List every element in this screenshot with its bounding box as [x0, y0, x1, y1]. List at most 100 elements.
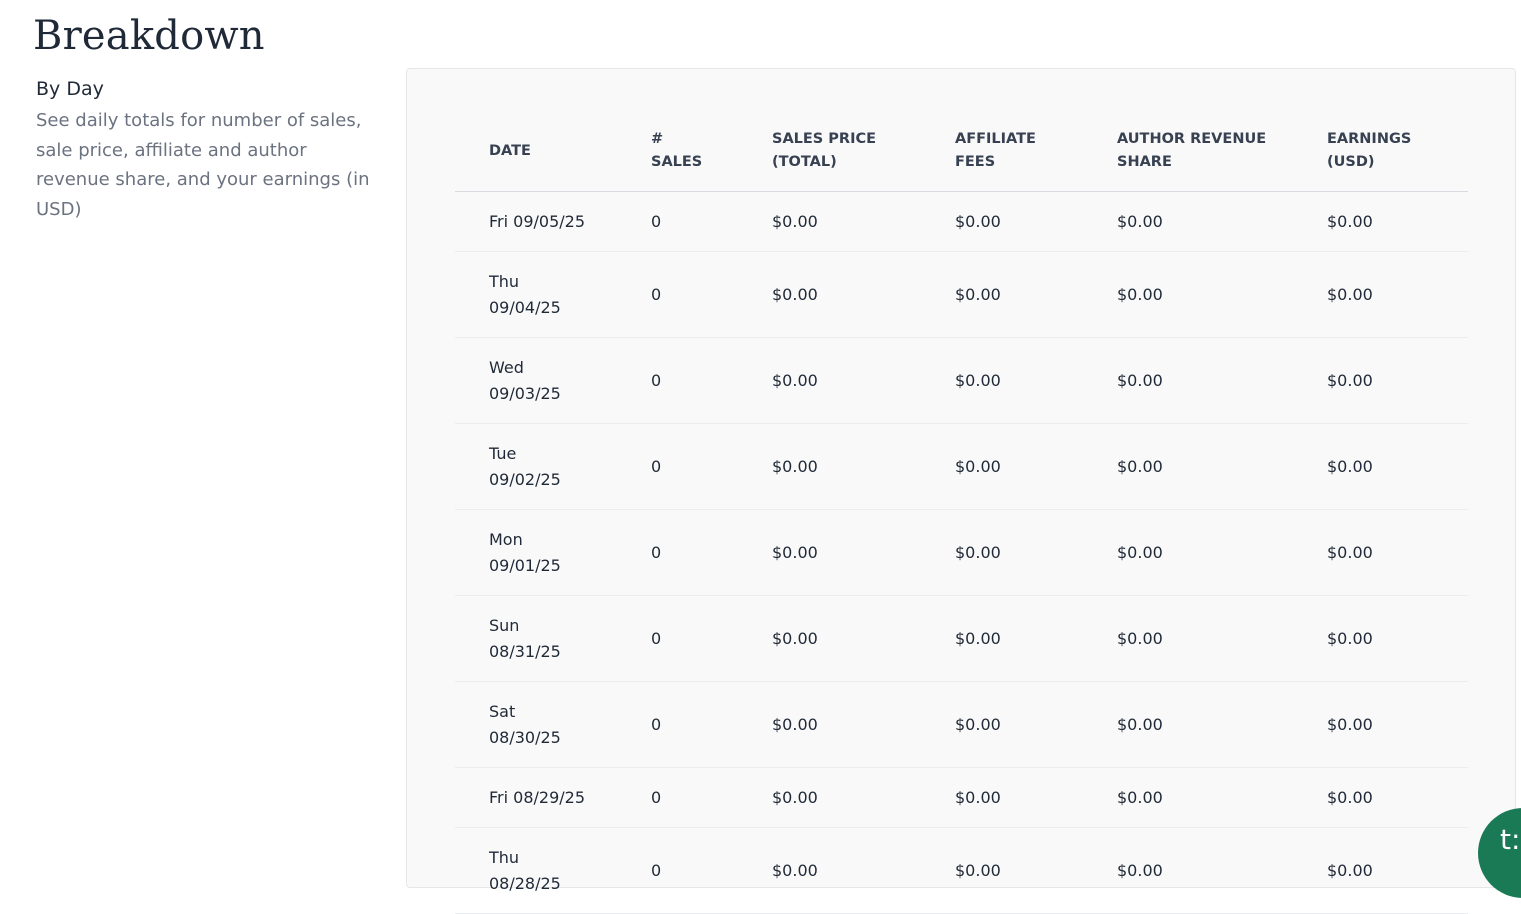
chat-launcher-icon: t:	[1500, 823, 1521, 856]
date-value: 08/30/25	[489, 727, 561, 747]
daily-breakdown-table: DATE # SALES SALES PRICE (TOTAL) AFFILIATE…	[455, 122, 1468, 914]
sales-count-cell: 0	[651, 827, 772, 914]
author-revenue-share-cell: $0.00	[1117, 595, 1327, 682]
sales-price-cell: $0.00	[772, 681, 955, 768]
date-cell: Thu 08/28/25	[455, 827, 651, 914]
sales-count-cell: 0	[651, 337, 772, 424]
sales-price-cell: $0.00	[772, 251, 955, 338]
date-cell: Tue 09/02/25	[455, 423, 651, 510]
affiliate-fees-cell: $0.00	[955, 767, 1117, 828]
sales-count-cell: 0	[651, 509, 772, 596]
sales-price-cell: $0.00	[772, 827, 955, 914]
column-header-sales: # SALES	[651, 122, 772, 192]
section-title: By Day	[36, 78, 104, 100]
column-header-earnings-line2: (USD)	[1327, 154, 1375, 170]
sales-count-cell: 0	[651, 767, 772, 828]
date-weekday: Fri	[489, 211, 509, 231]
section-intro: By Day See daily totals for number of sa…	[36, 76, 386, 224]
author-revenue-share-cell: $0.00	[1117, 509, 1327, 596]
date-weekday: Mon	[489, 529, 523, 549]
date-value: 09/01/25	[489, 555, 561, 575]
table-row: Thu 09/04/25 0 $0.00 $0.00 $0.00 $0.00	[455, 251, 1468, 338]
date-cell: Mon 09/01/25	[455, 509, 651, 596]
earnings-cell: $0.00	[1327, 337, 1468, 424]
sales-price-cell: $0.00	[772, 423, 955, 510]
sales-count-cell: 0	[651, 423, 772, 510]
affiliate-fees-cell: $0.00	[955, 509, 1117, 596]
affiliate-fees-cell: $0.00	[955, 337, 1117, 424]
column-header-affiliate-fees: AFFILIATE FEES	[955, 122, 1117, 192]
date-cell: Fri 08/29/25	[455, 767, 651, 828]
date-value: 09/03/25	[489, 383, 561, 403]
date-cell: Wed 09/03/25	[455, 337, 651, 424]
date-weekday: Fri	[489, 787, 509, 807]
author-revenue-share-cell: $0.00	[1117, 423, 1327, 510]
table-row: Fri 08/29/25 0 $0.00 $0.00 $0.00 $0.00	[455, 767, 1468, 828]
column-header-sales-price-line2: (TOTAL)	[772, 154, 837, 170]
column-header-author-line1: AUTHOR REVENUE	[1117, 131, 1267, 147]
earnings-cell: $0.00	[1327, 767, 1468, 828]
date-value: 08/29/25	[513, 787, 586, 807]
date-cell: Fri 09/05/25	[455, 191, 651, 252]
date-weekday: Thu	[489, 271, 520, 291]
author-revenue-share-cell: $0.00	[1117, 827, 1327, 914]
column-header-date: DATE	[455, 122, 651, 192]
column-header-sales-price-line1: SALES PRICE	[772, 131, 877, 147]
table-row: Fri 09/05/25 0 $0.00 $0.00 $0.00 $0.00	[455, 191, 1468, 252]
column-header-earnings-line1: EARNINGS	[1327, 131, 1412, 147]
section-description: See daily totals for number of sales, sa…	[36, 110, 370, 220]
sales-count-cell: 0	[651, 681, 772, 768]
column-header-author-line2: SHARE	[1117, 154, 1172, 170]
table-row: Tue 09/02/25 0 $0.00 $0.00 $0.00 $0.00	[455, 423, 1468, 510]
affiliate-fees-cell: $0.00	[955, 827, 1117, 914]
table-header-row: DATE # SALES SALES PRICE (TOTAL) AFFILIATE…	[455, 122, 1468, 192]
author-revenue-share-cell: $0.00	[1117, 191, 1327, 252]
date-value: 09/02/25	[489, 469, 561, 489]
date-weekday: Tue	[489, 443, 517, 463]
table-row: Sat 08/30/25 0 $0.00 $0.00 $0.00 $0.00	[455, 681, 1468, 768]
earnings-cell: $0.00	[1327, 595, 1468, 682]
affiliate-fees-cell: $0.00	[955, 251, 1117, 338]
sales-count-cell: 0	[651, 595, 772, 682]
earnings-cell: $0.00	[1327, 191, 1468, 252]
column-header-sales-line2: SALES	[651, 154, 703, 170]
earnings-cell: $0.00	[1327, 423, 1468, 510]
breakdown-panel: DATE # SALES SALES PRICE (TOTAL) AFFILIATE…	[406, 68, 1516, 914]
table-row: Sun 08/31/25 0 $0.00 $0.00 $0.00 $0.00	[455, 595, 1468, 682]
sales-price-cell: $0.00	[772, 337, 955, 424]
author-revenue-share-cell: $0.00	[1117, 251, 1327, 338]
earnings-cell: $0.00	[1327, 827, 1468, 914]
sales-count-cell: 0	[651, 251, 772, 338]
table-row: Wed 09/03/25 0 $0.00 $0.00 $0.00 $0.00	[455, 337, 1468, 424]
column-header-author-revenue-share: AUTHOR REVENUE SHARE	[1117, 122, 1327, 192]
affiliate-fees-cell: $0.00	[955, 681, 1117, 768]
date-weekday: Sun	[489, 615, 520, 635]
date-weekday: Sat	[489, 701, 516, 721]
author-revenue-share-cell: $0.00	[1117, 337, 1327, 424]
affiliate-fees-cell: $0.00	[955, 423, 1117, 510]
date-cell: Sat 08/30/25	[455, 681, 651, 768]
column-header-sales-price: SALES PRICE (TOTAL)	[772, 122, 955, 192]
date-value: 09/04/25	[489, 297, 561, 317]
earnings-cell: $0.00	[1327, 251, 1468, 338]
table-row: Thu 08/28/25 0 $0.00 $0.00 $0.00 $0.00	[455, 827, 1468, 914]
earnings-cell: $0.00	[1327, 509, 1468, 596]
sales-price-cell: $0.00	[772, 767, 955, 828]
author-revenue-share-cell: $0.00	[1117, 767, 1327, 828]
page-title: Breakdown	[33, 13, 265, 59]
date-weekday: Wed	[489, 357, 524, 377]
affiliate-fees-cell: $0.00	[955, 595, 1117, 682]
column-header-affiliate-line2: FEES	[955, 154, 996, 170]
sales-count-cell: 0	[651, 191, 772, 252]
column-header-affiliate-line1: AFFILIATE	[955, 131, 1036, 147]
earnings-cell: $0.00	[1327, 681, 1468, 768]
column-header-sales-line1: #	[651, 131, 664, 147]
author-revenue-share-cell: $0.00	[1117, 681, 1327, 768]
date-cell: Thu 09/04/25	[455, 251, 651, 338]
date-cell: Sun 08/31/25	[455, 595, 651, 682]
date-weekday: Thu	[489, 847, 520, 867]
table-row: Mon 09/01/25 0 $0.00 $0.00 $0.00 $0.00	[455, 509, 1468, 596]
date-value: 08/28/25	[489, 873, 561, 893]
affiliate-fees-cell: $0.00	[955, 191, 1117, 252]
date-value: 08/31/25	[489, 641, 561, 661]
